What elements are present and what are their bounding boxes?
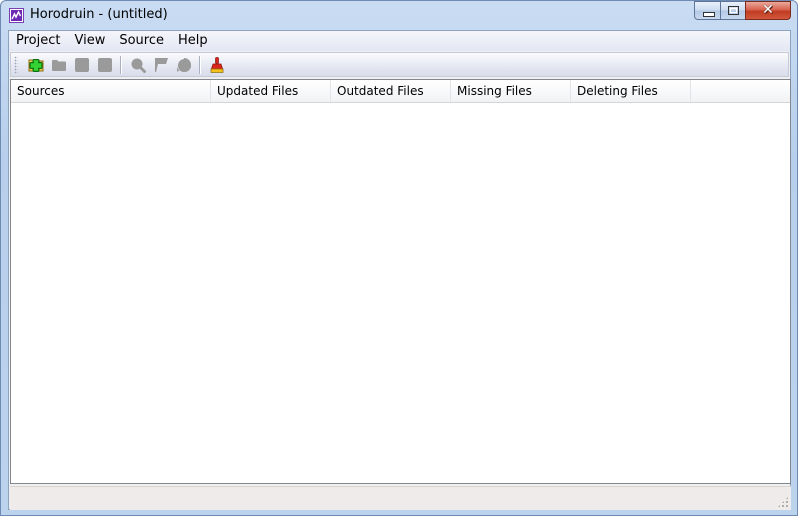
remove-source-button[interactable] bbox=[93, 54, 116, 76]
list-body[interactable] bbox=[11, 103, 790, 483]
menu-view[interactable]: View bbox=[67, 31, 112, 51]
column-header-outdated-files[interactable]: Outdated Files bbox=[331, 80, 451, 102]
resize-grip[interactable] bbox=[777, 496, 789, 508]
sources-list[interactable]: Sources Updated Files Outdated Files Mis… bbox=[10, 79, 791, 484]
column-header-sources[interactable]: Sources bbox=[11, 80, 211, 102]
column-header-filler bbox=[691, 80, 790, 102]
close-icon: ✕ bbox=[762, 2, 774, 18]
scan-button[interactable] bbox=[126, 54, 149, 76]
sync-button[interactable] bbox=[149, 54, 172, 76]
column-header-deleting-files[interactable]: Deleting Files bbox=[571, 80, 691, 102]
client-area: Project View Source Help Sources Updated… bbox=[8, 30, 791, 510]
maximize-icon bbox=[728, 6, 739, 15]
menu-source[interactable]: Source bbox=[112, 31, 171, 51]
edit-source-button[interactable] bbox=[70, 54, 93, 76]
refresh-button[interactable] bbox=[172, 54, 195, 76]
menu-help[interactable]: Help bbox=[171, 31, 215, 51]
minimize-button[interactable] bbox=[694, 1, 720, 20]
toolbar bbox=[10, 52, 789, 77]
clean-button[interactable] bbox=[205, 54, 228, 76]
column-header-updated-files[interactable]: Updated Files bbox=[211, 80, 331, 102]
app-window: Horodruin - (untitled) ✕ Project View So… bbox=[0, 0, 798, 516]
magnifier-icon bbox=[131, 58, 146, 73]
minimize-icon bbox=[703, 12, 715, 17]
window-title: Horodruin - (untitled) bbox=[30, 7, 168, 22]
refresh-icon bbox=[176, 57, 191, 72]
open-folder-button[interactable] bbox=[47, 54, 70, 76]
toolbar-grip[interactable] bbox=[14, 55, 18, 74]
maximize-button[interactable] bbox=[720, 1, 745, 20]
title-bar[interactable]: Horodruin - (untitled) ✕ bbox=[1, 1, 797, 30]
caption-buttons: ✕ bbox=[694, 1, 791, 21]
status-bar bbox=[10, 486, 791, 510]
add-source-button[interactable] bbox=[24, 54, 47, 76]
menu-bar: Project View Source Help bbox=[9, 31, 790, 51]
toolbar-separator bbox=[120, 55, 122, 74]
add-folder-icon bbox=[28, 58, 43, 72]
menu-project[interactable]: Project bbox=[9, 31, 67, 51]
horodruin-logo-icon[interactable] bbox=[9, 8, 24, 23]
close-button[interactable]: ✕ bbox=[745, 1, 791, 20]
toolbar-separator bbox=[199, 55, 201, 74]
list-header: Sources Updated Files Outdated Files Mis… bbox=[11, 80, 790, 103]
folder-icon bbox=[51, 59, 66, 71]
flag-icon bbox=[154, 57, 168, 72]
document-icon bbox=[97, 57, 112, 72]
document-icon bbox=[74, 57, 89, 72]
broom-icon bbox=[210, 56, 223, 73]
column-header-missing-files[interactable]: Missing Files bbox=[451, 80, 571, 102]
